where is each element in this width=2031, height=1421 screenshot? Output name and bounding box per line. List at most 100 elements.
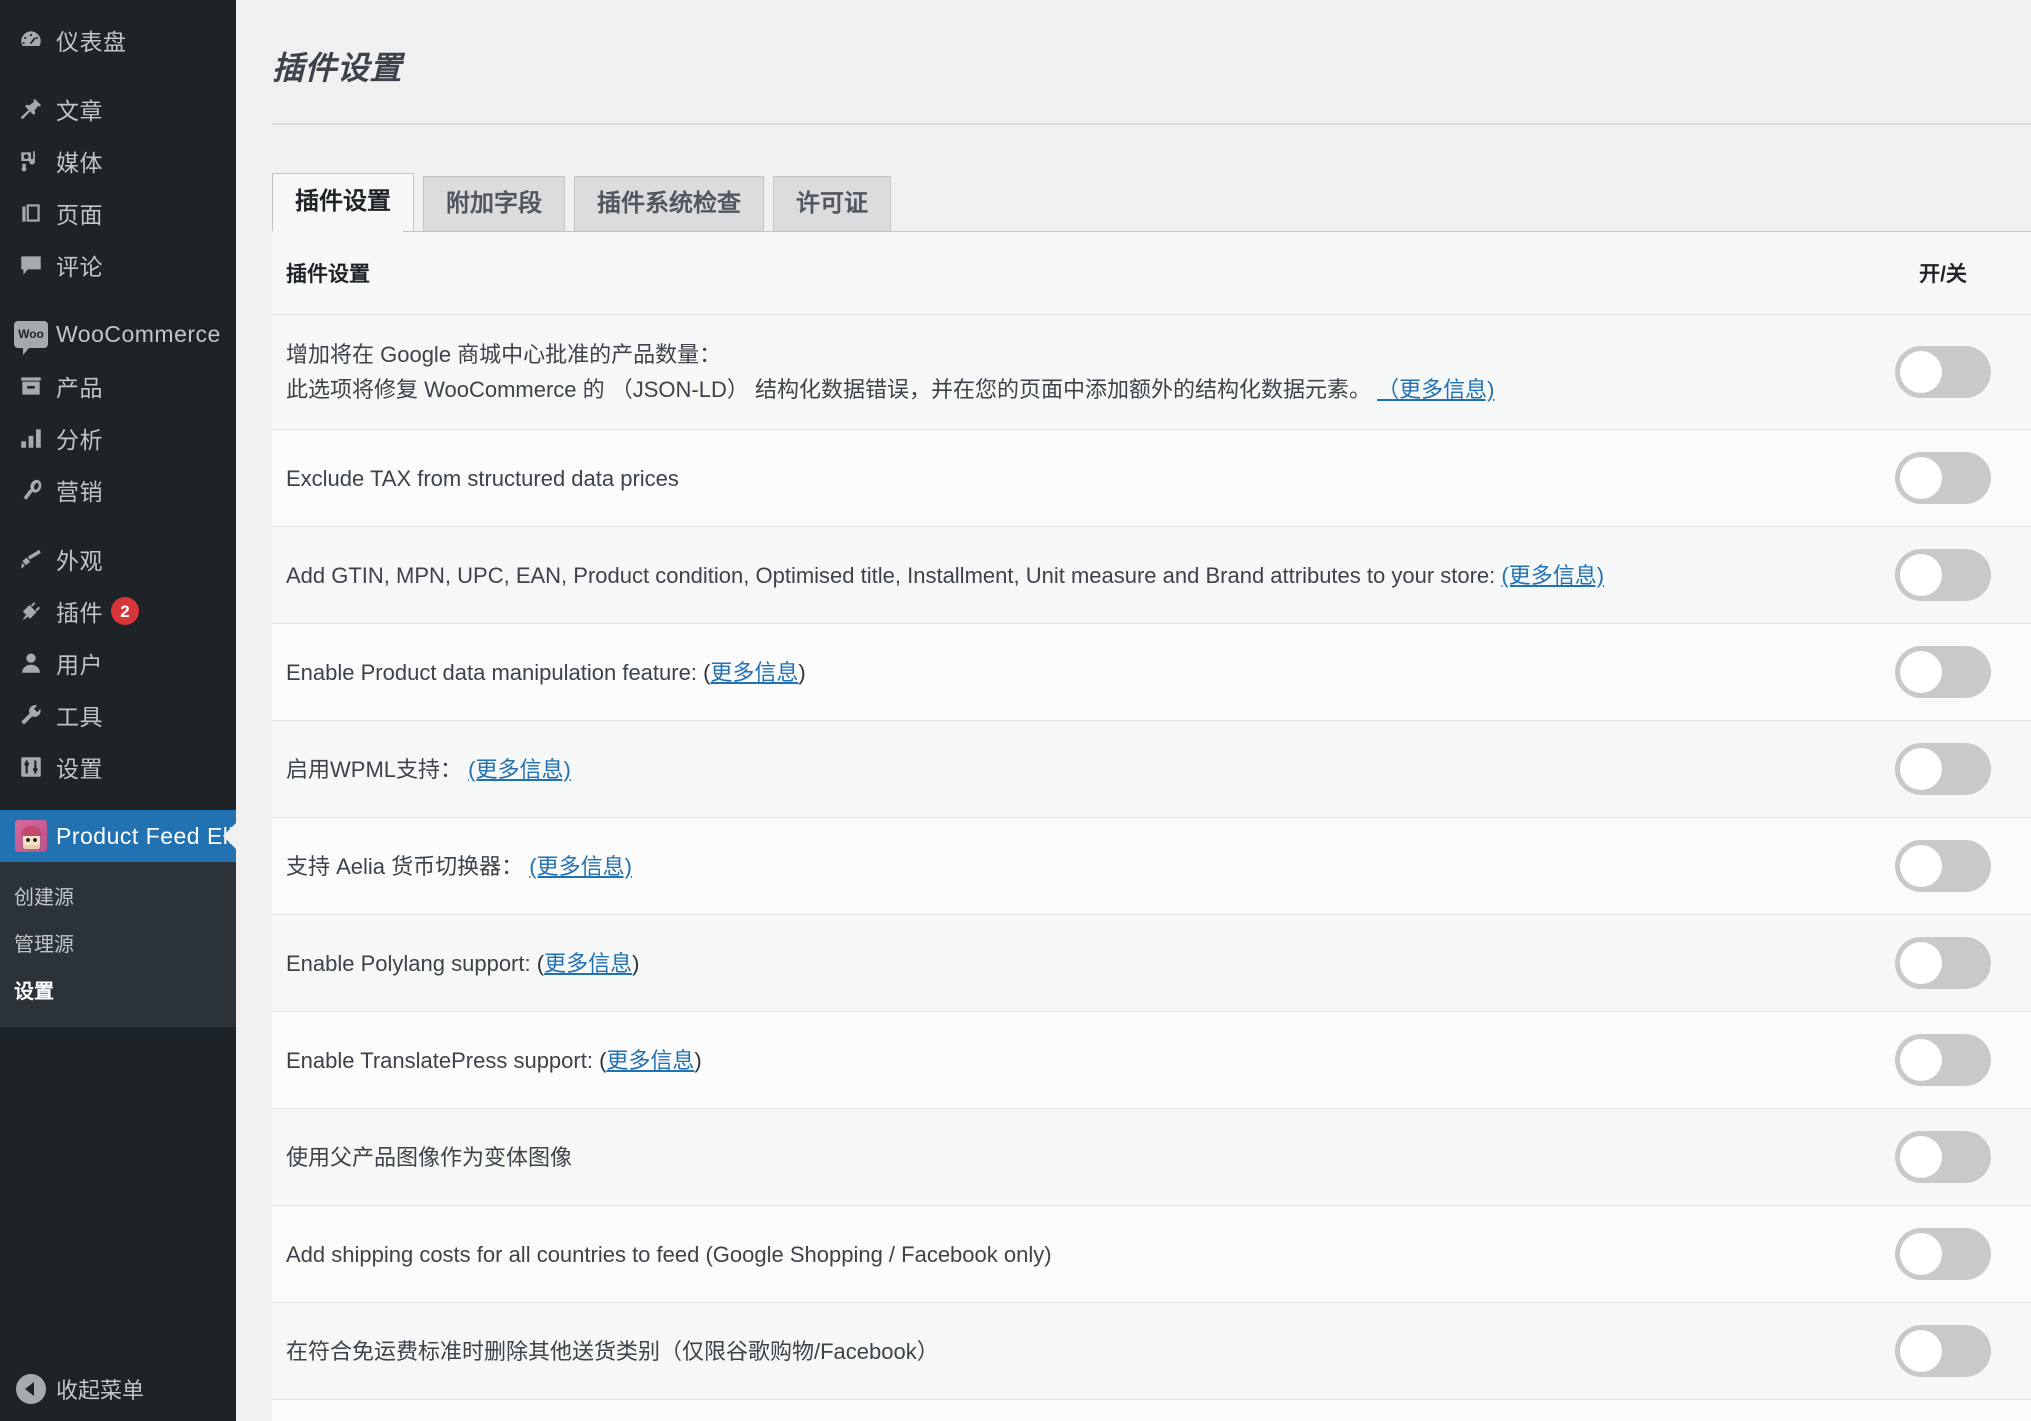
sliders-icon — [6, 754, 56, 780]
analytics-bars-icon — [6, 425, 56, 451]
settings-table-head: 插件设置 开/关 — [272, 231, 2031, 315]
table-row: 使用父产品图像作为变体图像 — [272, 1108, 2031, 1207]
tab-license[interactable]: 许可证 — [773, 175, 891, 231]
collapse-menu-button[interactable]: 收起菜单 — [0, 1357, 236, 1421]
settings-panel: 插件设置 开/关 增加将在 Google 商城中心批准的产品数量： 此选项将修复 … — [272, 230, 2031, 1421]
sidebar-item-comments[interactable]: 评论 — [0, 239, 236, 291]
toggle-switch[interactable] — [1895, 646, 1991, 699]
sidebar-item-plugins[interactable]: 插件 2 — [0, 585, 236, 637]
setting-toggle-cell — [1841, 817, 2031, 916]
sidebar-item-woocommerce[interactable]: Woo WooCommerce — [0, 308, 236, 360]
admin-sidebar: 仪表盘 文章 媒体 页面 评论 Woo WooCommerce 产品 分析 营销… — [0, 0, 236, 1421]
setting-label-cell: 支持 Aelia 货币切换器： (更多信息) — [272, 817, 1841, 916]
setting-label-text: 支持 Aelia 货币切换器： — [286, 853, 530, 879]
sidebar-divider — [0, 66, 236, 83]
pages-icon — [6, 200, 56, 226]
product-feed-elite-submenu: 创建源 管理源 设置 — [0, 862, 236, 1027]
setting-toggle-cell — [1841, 720, 2031, 819]
setting-label-text: 此选项将修复 WooCommerce 的 （JSON-LD） 结构化数据错误，并… — [286, 377, 1378, 403]
sidebar-item-marketing[interactable]: 营销 — [0, 464, 236, 516]
toggle-switch[interactable] — [1895, 1228, 1991, 1281]
tab-additional-fields[interactable]: 附加字段 — [423, 175, 565, 231]
sidebar-item-analytics[interactable]: 分析 — [0, 412, 236, 464]
sidebar-item-label: WooCommerce — [56, 320, 221, 347]
setting-label-text: 启用WPML支持： — [286, 756, 469, 782]
setting-label-line: 启用WPML支持： (更多信息) — [286, 752, 1811, 787]
submenu-item-settings[interactable]: 设置 — [0, 966, 236, 1013]
sidebar-item-label: Product Feed Elite — [56, 822, 236, 849]
collapse-menu-label: 收起菜单 — [56, 1378, 145, 1403]
setting-label-cell: 在符合免运费标准时删除其他送货类别（仅限谷歌购物/Facebook） — [272, 1302, 1841, 1401]
submenu-item-manage-feed[interactable]: 管理源 — [0, 919, 236, 966]
setting-label-line: Enable Product data manipulation feature… — [286, 655, 1811, 690]
sidebar-item-appearance[interactable]: 外观 — [0, 533, 236, 585]
toggle-switch[interactable] — [1895, 743, 1991, 796]
sidebar-item-product-feed-elite[interactable]: Product Feed Elite — [0, 810, 236, 862]
more-info-link[interactable]: 更多信息 — [606, 1048, 694, 1073]
sidebar-item-posts[interactable]: 文章 — [0, 83, 236, 135]
more-info-link[interactable]: 更多信息 — [710, 660, 798, 685]
column-header-setting: 插件设置 — [272, 231, 1841, 315]
toggle-knob — [1900, 554, 1942, 597]
setting-label-text: Add GTIN, MPN, UPC, EAN, Product conditi… — [286, 562, 1502, 588]
sidebar-item-products[interactable]: 产品 — [0, 360, 236, 412]
product-feed-elite-icon — [6, 820, 56, 852]
setting-label-text: 使用父产品图像作为变体图像 — [286, 1144, 573, 1170]
sidebar-item-label: 仪表盘 — [56, 29, 127, 55]
setting-label-text: Enable Polylang support: — [286, 950, 537, 976]
app-window: 仪表盘 文章 媒体 页面 评论 Woo WooCommerce 产品 分析 营销… — [0, 0, 2031, 1421]
setting-toggle-cell — [1841, 623, 2031, 722]
sidebar-divider — [0, 291, 236, 308]
sidebar-item-dashboard[interactable]: 仪表盘 — [0, 14, 236, 66]
setting-label-cell: Add shipping costs for all countries to … — [272, 1205, 1841, 1304]
sidebar-divider — [0, 516, 236, 533]
submenu-item-create-feed[interactable]: 创建源 — [0, 872, 236, 919]
link-close-paren: ) — [694, 1047, 702, 1073]
sidebar-item-label: 营销 — [56, 479, 103, 505]
plugins-update-count-badge: 2 — [111, 597, 139, 625]
sidebar-item-label: 用户 — [56, 652, 103, 678]
more-info-link[interactable]: (更多信息) — [468, 757, 571, 782]
sidebar-item-users[interactable]: 用户 — [0, 637, 236, 689]
setting-label-line: Add shipping costs for all countries to … — [286, 1237, 1811, 1272]
user-icon — [6, 650, 56, 676]
setting-label-line: 支持 Aelia 货币切换器： (更多信息) — [286, 849, 1811, 884]
setting-toggle-cell — [1841, 914, 2031, 1013]
tab-system-check[interactable]: 插件系统检查 — [574, 175, 764, 231]
sidebar-item-settings[interactable]: 设置 — [0, 741, 236, 793]
settings-tabs: 插件设置 附加字段 插件系统检查 许可证 — [272, 172, 2031, 231]
toggle-switch[interactable] — [1895, 840, 1991, 893]
toggle-switch[interactable] — [1895, 937, 1991, 990]
setting-toggle-cell — [1841, 1399, 2031, 1421]
setting-label-line: Enable TranslatePress support: (更多信息) — [286, 1043, 1811, 1078]
toggle-switch[interactable] — [1895, 452, 1991, 505]
comment-icon — [6, 252, 56, 278]
sidebar-item-media[interactable]: 媒体 — [0, 135, 236, 187]
more-info-link[interactable]: (更多信息) — [529, 854, 632, 879]
table-row: Enable Product data manipulation feature… — [272, 623, 2031, 722]
setting-label-line: 增加将在 Google 商城中心批准的产品数量： — [286, 337, 1811, 372]
toggle-switch[interactable] — [1895, 346, 1991, 399]
setting-label-cell: Exclude TAX from structured data prices — [272, 429, 1841, 528]
toggle-switch[interactable] — [1895, 1325, 1991, 1378]
setting-label-cell: 增加将在 Google 商城中心批准的产品数量： 此选项将修复 WooCommer… — [272, 314, 1841, 431]
setting-toggle-cell — [1841, 1108, 2031, 1207]
settings-table: 插件设置 开/关 增加将在 Google 商城中心批准的产品数量： 此选项将修复 … — [272, 231, 2031, 1421]
setting-toggle-cell — [1841, 1205, 2031, 1304]
more-info-link[interactable]: (更多信息) — [1501, 563, 1604, 588]
more-info-link[interactable]: 更多信息 — [544, 951, 632, 976]
toggle-knob — [1900, 748, 1942, 791]
tab-plugin-settings[interactable]: 插件设置 — [272, 172, 414, 231]
toggle-switch[interactable] — [1895, 1034, 1991, 1087]
sidebar-item-pages[interactable]: 页面 — [0, 187, 236, 239]
toggle-switch[interactable] — [1895, 1131, 1991, 1184]
setting-toggle-cell — [1841, 1302, 2031, 1401]
setting-toggle-cell — [1841, 1011, 2031, 1110]
product-box-icon — [6, 373, 56, 399]
sidebar-item-tools[interactable]: 工具 — [0, 689, 236, 741]
setting-label-line: 此选项将修复 WooCommerce 的 （JSON-LD） 结构化数据错误，并… — [286, 372, 1811, 407]
plug-icon — [6, 598, 56, 624]
setting-label-line: Exclude TAX from structured data prices — [286, 461, 1811, 496]
more-info-link[interactable]: （更多信息) — [1377, 377, 1494, 402]
toggle-switch[interactable] — [1895, 549, 1991, 602]
